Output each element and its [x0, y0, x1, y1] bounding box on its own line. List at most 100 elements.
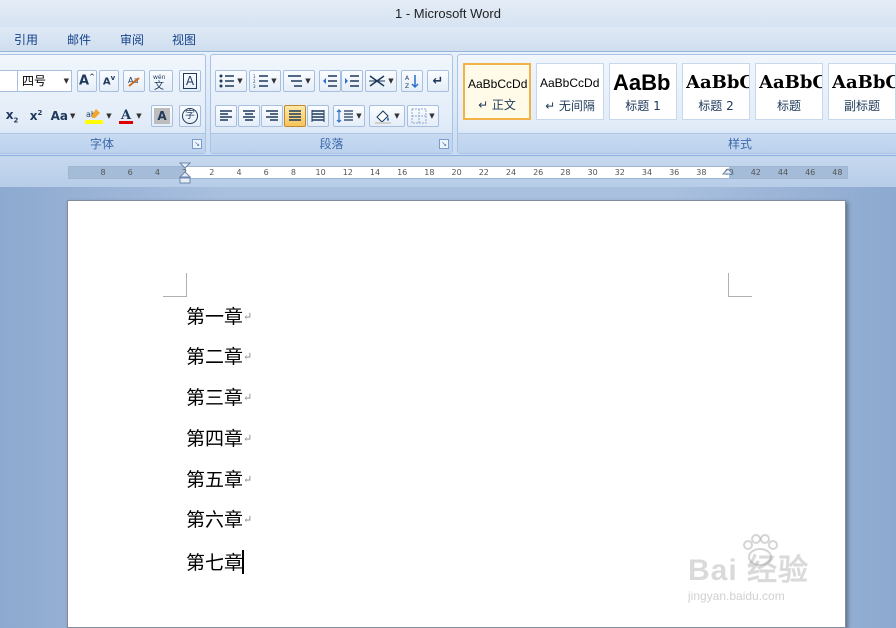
show-marks-button[interactable]: ↵ — [427, 70, 449, 92]
phonetic-guide-button[interactable]: wén 文 — [149, 70, 173, 92]
indent-marker-icon[interactable] — [179, 162, 191, 184]
enclose-characters-icon: 字 — [182, 108, 198, 124]
clear-format-icon: Aa — [128, 76, 140, 87]
ruler-tick-label: 2 — [209, 168, 215, 177]
paragraph[interactable]: 第四章↵ — [186, 428, 252, 450]
style-name: 副标题 — [843, 99, 880, 113]
numbering-button[interactable]: 1 2 3 ▼ — [249, 70, 281, 92]
highlight-button[interactable]: ab ▼ — [81, 105, 115, 127]
character-border-icon: A — [182, 73, 198, 89]
font-color-button[interactable]: A ▼ — [115, 105, 145, 127]
highlight-icon: ab — [85, 109, 104, 124]
paragraph[interactable]: 第二章↵ — [186, 346, 252, 368]
paragraph[interactable]: 第六章↵ — [186, 509, 252, 531]
paragraph-group-label: 段落 — [211, 133, 452, 153]
numbering-icon: 123 — [253, 74, 269, 88]
bullets-button[interactable]: ▼ — [215, 70, 247, 92]
style-name: ↵ 无间隔 — [545, 99, 595, 113]
ruler-tick-label: 10 — [315, 168, 326, 177]
grow-font-icon: A^ — [79, 73, 95, 89]
multilevel-list-button[interactable]: ▼ — [283, 70, 315, 92]
paragraph-group: ▼ 1 2 3 ▼ ▼ ▼ AZ ↵ ▼ ▼ ▼ 段落 ↘ — [210, 54, 453, 154]
right-indent-marker-icon[interactable] — [722, 167, 734, 179]
svg-text:Z: Z — [405, 83, 409, 89]
ruler-tick-label: 36 — [669, 168, 680, 177]
center-button[interactable] — [238, 105, 260, 127]
paragraph-text: 第三章 — [186, 387, 244, 409]
chevron-down-icon: ▼ — [63, 77, 69, 85]
phonetic-guide-icon: wén文 — [153, 74, 166, 90]
style-no-spacing[interactable]: AaBbCcDd ↵ 无间隔 — [536, 63, 604, 120]
tab-references[interactable]: 引用 — [14, 31, 38, 48]
style-name: 标题 1 — [625, 99, 661, 113]
change-case-button[interactable]: Aa ▼ — [49, 105, 77, 127]
ruler-tick-label: 32 — [614, 168, 625, 177]
grow-font-button[interactable]: A^ — [77, 70, 97, 92]
paragraph[interactable]: 第七章 — [186, 550, 245, 574]
center-icon — [243, 110, 255, 121]
shrink-font-button[interactable]: Av — [99, 70, 119, 92]
ruler-tick-label: 42 — [750, 168, 761, 177]
svg-text:A: A — [405, 75, 410, 82]
paragraph-dialog-launcher[interactable]: ↘ — [439, 139, 449, 149]
style-title[interactable]: AaBbC 标题 — [755, 63, 823, 120]
paragraph[interactable]: 第五章↵ — [186, 469, 252, 491]
paragraph[interactable]: 第三章↵ — [186, 387, 252, 409]
decrease-indent-icon — [323, 75, 337, 87]
line-spacing-icon — [336, 109, 354, 123]
ruler-tick-label: 38 — [696, 168, 707, 177]
decrease-indent-button[interactable] — [319, 70, 341, 92]
font-dialog-launcher[interactable]: ↘ — [192, 139, 202, 149]
crop-mark-top-left — [163, 273, 187, 297]
line-spacing-button[interactable]: ▼ — [333, 105, 365, 127]
shading-button[interactable]: ▼ — [369, 105, 405, 127]
style-name: 标题 — [776, 99, 801, 113]
character-border-button[interactable]: A — [179, 70, 201, 92]
tab-view[interactable]: 视图 — [172, 31, 196, 48]
ruler-tick-label: 26 — [533, 168, 544, 177]
style-heading-2[interactable]: AaBbC 标题 2 — [682, 63, 750, 120]
style-sample: AaBbC — [759, 72, 822, 93]
increase-indent-button[interactable] — [341, 70, 363, 92]
chinese-layout-button[interactable]: ▼ — [365, 70, 397, 92]
distributed-icon — [311, 110, 325, 122]
sort-icon: AZ — [405, 75, 419, 89]
borders-button[interactable]: ▼ — [407, 105, 439, 127]
crop-mark-top-right — [728, 273, 752, 297]
paragraph-mark: ↵ — [243, 350, 253, 363]
font-color-icon: A — [119, 108, 134, 124]
clear-format-button[interactable]: Aa — [123, 70, 145, 92]
justify-button[interactable] — [284, 105, 306, 127]
tab-review[interactable]: 审阅 — [120, 31, 144, 48]
ruler-tick-label: 6 — [127, 168, 133, 177]
style-name: ↵ 正文 — [478, 98, 516, 112]
subscript-icon: x2 — [5, 107, 19, 125]
ruler-tick-label: 8 — [100, 168, 106, 177]
ruler-area: 8642246810121416182022242628303234363840… — [0, 157, 896, 187]
text-cursor — [242, 550, 245, 574]
character-shading-button[interactable]: A — [151, 105, 173, 127]
distributed-button[interactable] — [307, 105, 329, 127]
ruler-tick-label: 18 — [424, 168, 435, 177]
style-subtitle[interactable]: AaBbC 副标题 — [828, 63, 896, 120]
superscript-button[interactable]: x2 — [25, 105, 47, 127]
align-right-button[interactable] — [261, 105, 283, 127]
watermark-title: Bai 经验 — [688, 554, 810, 587]
increase-indent-icon — [345, 75, 359, 87]
enclose-characters-button[interactable]: 字 — [179, 105, 201, 127]
font-size-combobox[interactable]: 四号 ▼ — [17, 70, 72, 92]
ruler-tick-label: 24 — [505, 168, 517, 177]
window-title: 1 - Microsoft Word — [395, 6, 501, 21]
svg-text:3: 3 — [253, 84, 256, 88]
paragraph[interactable]: 第一章↵ — [186, 306, 252, 328]
paragraph-mark: ↵ — [243, 473, 253, 486]
tab-mailings[interactable]: 邮件 — [67, 31, 91, 48]
sort-button[interactable]: AZ — [401, 70, 423, 92]
style-heading-1[interactable]: AaBb 标题 1 — [609, 63, 677, 120]
subscript-button[interactable]: x2 — [1, 105, 23, 127]
align-left-button[interactable] — [215, 105, 237, 127]
align-right-icon — [266, 110, 278, 121]
font-name-combobox[interactable] — [0, 70, 17, 92]
change-case-icon: Aa — [50, 109, 68, 123]
style-normal[interactable]: AaBbCcDd ↵ 正文 — [463, 63, 531, 120]
